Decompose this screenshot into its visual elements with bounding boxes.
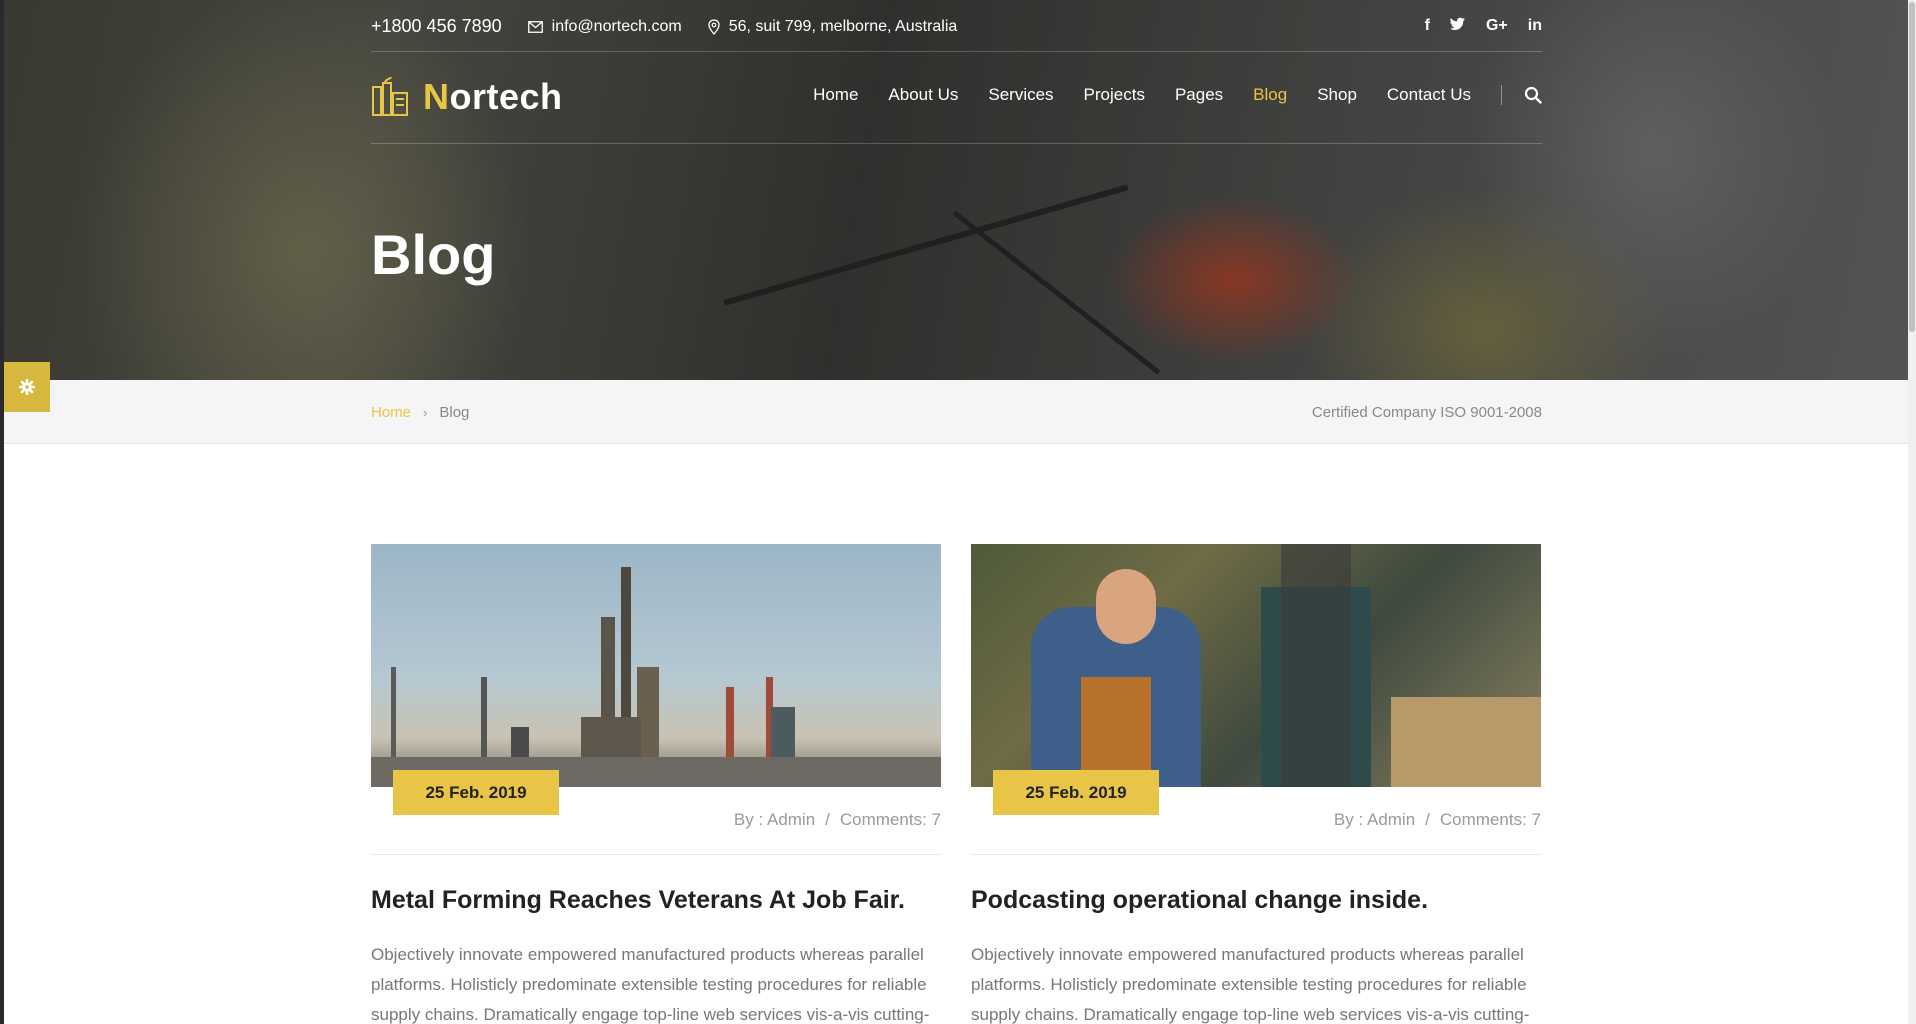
post-author[interactable]: By : Admin [1334,810,1415,830]
facebook-icon[interactable]: f [1425,17,1430,36]
google-plus-icon[interactable]: G+ [1486,17,1508,36]
post-image-refinery[interactable] [371,544,941,787]
address-item: 56, suit 799, melborne, Australia [708,17,958,36]
breadcrumb: Home › Blog [371,404,469,421]
page-scrollbar[interactable] [1908,0,1916,1024]
nav-about-us[interactable]: About Us [888,85,958,105]
nav-home[interactable]: Home [813,85,858,105]
email-address: info@nortech.com [551,17,682,35]
post-divider [971,854,1541,855]
breadcrumb-home[interactable]: Home [371,404,411,421]
post-excerpt: Objectively innovate empowered manufactu… [971,945,1530,1024]
nav-pages[interactable]: Pages [1175,85,1223,105]
top-contact-bar: +1800 456 7890 info@nortech.com 56, suit… [371,0,1542,52]
site-logo[interactable]: Nortech [371,76,563,118]
hero-rod [952,210,1161,375]
post-comments[interactable]: Comments: 7 [1440,810,1541,830]
nav-divider [1501,85,1502,105]
blog-post-card: 25 Feb. 2019 By : Admin / Comments: 7 Po… [971,544,1541,1024]
nav-blog[interactable]: Blog [1253,85,1287,105]
page-title: Blog [371,223,496,286]
linkedin-icon[interactable]: in [1528,17,1542,36]
twitter-icon[interactable] [1449,17,1466,36]
email-item[interactable]: info@nortech.com [527,17,682,36]
meta-separator: / [825,810,830,829]
hero-rod [723,184,1129,306]
phone-number[interactable]: +1800 456 7890 [371,16,502,37]
post-excerpt: Objectively innovate empowered manufactu… [371,945,930,1024]
meta-separator: / [1425,810,1430,829]
post-meta: By : Admin / Comments: 7 [1334,810,1541,830]
post-comments[interactable]: Comments: 7 [840,810,941,830]
post-date-badge: 25 Feb. 2019 [393,770,559,815]
breadcrumb-current: Blog [439,404,470,421]
address-text: 56, suit 799, melborne, Australia [728,17,958,35]
contact-info: +1800 456 7890 info@nortech.com 56, suit… [371,16,983,37]
post-divider [371,854,941,855]
post-date-badge: 25 Feb. 2019 [993,770,1159,815]
settings-toggle[interactable] [4,362,50,412]
nav-services[interactable]: Services [988,85,1053,105]
factory-logo-icon [372,77,408,116]
nav-projects[interactable]: Projects [1084,85,1145,105]
main-header: Nortech Home About Us Services Projects … [371,52,1542,144]
certification-note: Certified Company ISO 9001-2008 [1311,404,1542,421]
main-nav: Home About Us Services Projects Pages Bl… [783,85,1542,105]
nav-contact-us[interactable]: Contact Us [1387,85,1471,105]
social-links: f G+ in [1425,17,1542,36]
post-title[interactable]: Metal Forming Reaches Veterans At Job Fa… [371,886,905,915]
blog-post-card: 25 Feb. 2019 By : Admin / Comments: 7 Me… [371,544,941,1024]
chevron-right-icon: › [423,405,428,420]
search-icon[interactable] [1524,86,1542,104]
scrollbar-thumb[interactable] [1909,2,1915,332]
breadcrumb-bar: Home › Blog Certified Company ISO 9001-2… [4,380,1908,444]
post-image-worker[interactable] [971,544,1541,787]
post-author[interactable]: By : Admin [734,810,815,830]
post-meta: By : Admin / Comments: 7 [734,810,941,830]
location-pin-icon [708,18,720,35]
gear-icon [19,379,35,395]
post-title[interactable]: Podcasting operational change inside. [971,886,1428,915]
logo-wordmark: Nortech [423,76,563,117]
envelope-icon [527,20,543,33]
nav-shop[interactable]: Shop [1317,85,1357,105]
